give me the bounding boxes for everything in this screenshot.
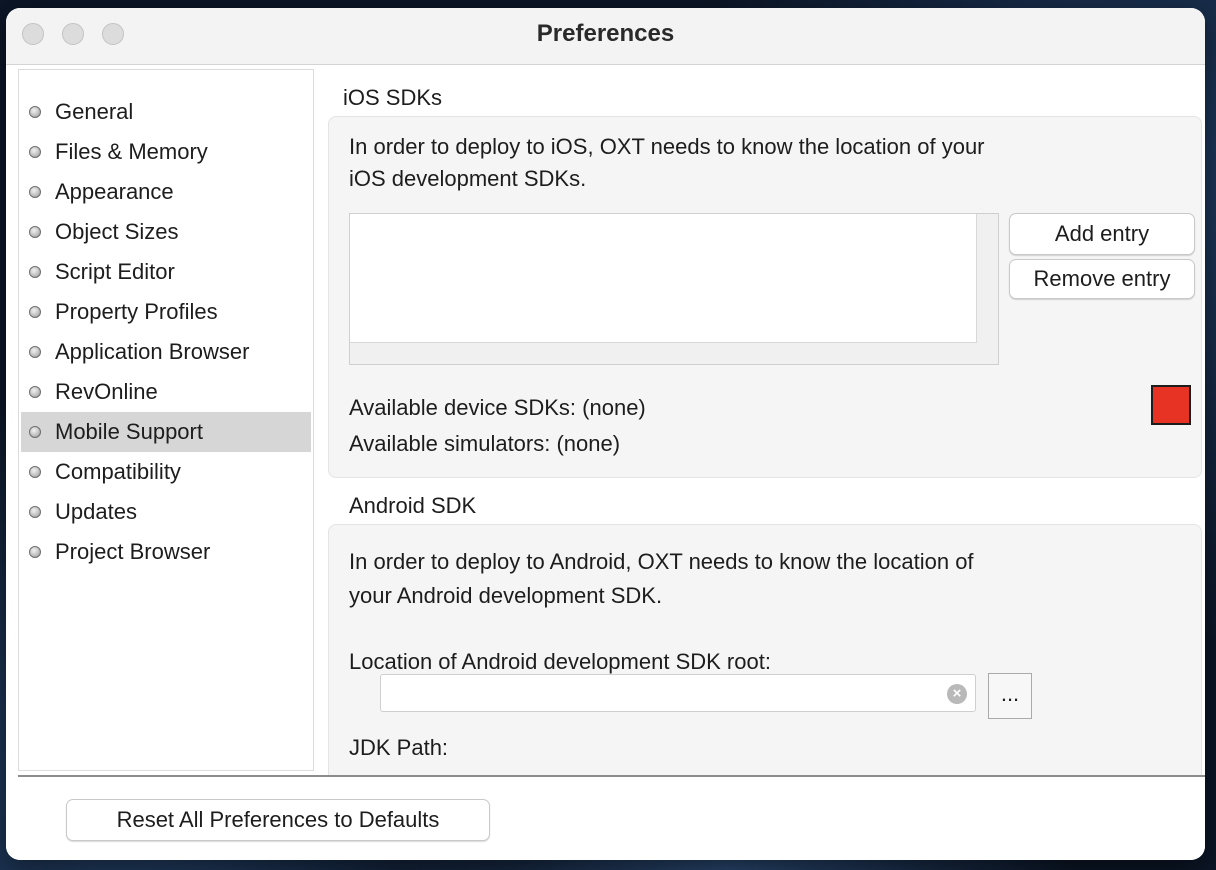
sidebar-item-files-memory[interactable]: Files & Memory: [21, 132, 311, 172]
sidebar-item-object-sizes[interactable]: Object Sizes: [21, 212, 311, 252]
ios-description: In order to deploy to iOS, OXT needs to …: [349, 131, 1189, 195]
android-description-line-2: your Android development SDK.: [349, 583, 663, 608]
ios-sdk-list[interactable]: [349, 213, 999, 365]
sidebar-item-general[interactable]: General: [21, 92, 311, 132]
browse-sdk-root-button[interactable]: ...: [988, 673, 1032, 719]
sidebar-item-mobile-support[interactable]: Mobile Support: [21, 412, 311, 452]
radio-bullet-icon: [29, 226, 41, 238]
ios-sdk-list-content[interactable]: [350, 214, 977, 343]
radio-bullet-icon: [29, 466, 41, 478]
sidebar-item-label: Project Browser: [55, 539, 211, 564]
android-description: In order to deploy to Android, OXT needs…: [349, 545, 1189, 613]
title-bar: Preferences: [6, 8, 1205, 65]
radio-bullet-icon: [29, 306, 41, 318]
radio-bullet-icon: [29, 146, 41, 158]
android-sdk-root-field[interactable]: ×: [380, 674, 976, 712]
sidebar-item-appearance[interactable]: Appearance: [21, 172, 311, 212]
window-title: Preferences: [536, 20, 675, 47]
sidebar-item-label: Script Editor: [55, 259, 175, 284]
sidebar-item-application-browser[interactable]: Application Browser: [21, 332, 311, 372]
radio-bullet-icon: [29, 426, 41, 438]
ios-section-title: iOS SDKs: [343, 85, 443, 110]
add-entry-button[interactable]: Add entry: [1009, 213, 1195, 255]
sidebar-list: General Files & Memory Appearance Object Si…: [21, 92, 311, 572]
radio-bullet-icon: [29, 506, 41, 518]
preferences-sidebar: General Files & Memory Appearance Object Si…: [18, 69, 314, 771]
preferences-window: Preferences General Files & Memory Appeara…: [6, 8, 1205, 860]
ios-description-line-2: iOS development SDKs.: [349, 166, 587, 191]
available-device-sdks: Available device SDKs: (none): [349, 395, 646, 420]
ios-sdk-status-indicator: [1151, 385, 1191, 425]
ios-sdk-group: In order to deploy to iOS, OXT needs to …: [328, 116, 1202, 478]
radio-bullet-icon: [29, 546, 41, 558]
sidebar-item-property-profiles[interactable]: Property Profiles: [21, 292, 311, 332]
sidebar-item-label: RevOnline: [55, 379, 158, 404]
sidebar-item-label: Updates: [55, 499, 137, 524]
radio-bullet-icon: [29, 346, 41, 358]
sidebar-item-label: Property Profiles: [55, 299, 218, 324]
android-description-line-1: In order to deploy to Android, OXT needs…: [349, 549, 974, 574]
sidebar-item-updates[interactable]: Updates: [21, 492, 311, 532]
sidebar-item-label: Appearance: [55, 179, 174, 204]
footer: Reset All Preferences to Defaults: [6, 777, 1205, 860]
sidebar-item-revonline[interactable]: RevOnline: [21, 372, 311, 412]
radio-bullet-icon: [29, 266, 41, 278]
sidebar-item-label: Files & Memory: [55, 139, 208, 164]
clear-field-icon[interactable]: ×: [947, 684, 967, 704]
android-section-title: Android SDK: [349, 493, 477, 518]
radio-bullet-icon: [29, 106, 41, 118]
sidebar-item-compatibility[interactable]: Compatibility: [21, 452, 311, 492]
sidebar-item-project-browser[interactable]: Project Browser: [21, 532, 311, 572]
reset-defaults-button[interactable]: Reset All Preferences to Defaults: [66, 799, 490, 841]
sidebar-item-label: Application Browser: [55, 339, 250, 364]
android-sdk-group: In order to deploy to Android, OXT needs…: [328, 524, 1202, 778]
remove-entry-button[interactable]: Remove entry: [1009, 259, 1195, 299]
android-sdk-root-label: Location of Android development SDK root…: [349, 649, 771, 674]
available-simulators: Available simulators: (none): [349, 431, 621, 456]
sidebar-item-label: Object Sizes: [55, 219, 179, 244]
sidebar-item-label: Mobile Support: [55, 419, 203, 444]
sidebar-item-script-editor[interactable]: Script Editor: [21, 252, 311, 292]
mobile-support-pane: iOS SDKs In order to deploy to iOS, OXT …: [322, 70, 1202, 778]
sidebar-item-label: Compatibility: [55, 459, 181, 484]
ios-description-line-1: In order to deploy to iOS, OXT needs to …: [349, 134, 985, 159]
radio-bullet-icon: [29, 186, 41, 198]
radio-bullet-icon: [29, 386, 41, 398]
jdk-path-label: JDK Path:: [349, 735, 449, 760]
sidebar-item-label: General: [55, 99, 134, 124]
